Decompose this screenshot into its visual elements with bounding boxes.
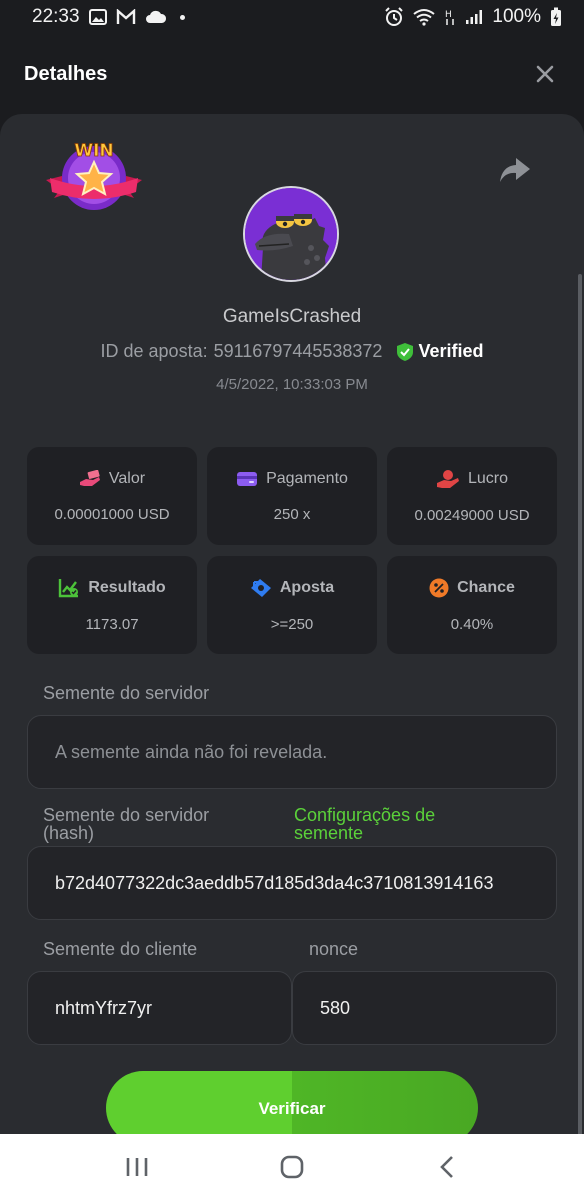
client-seed-value: nhtmYfrz7yr (55, 997, 153, 1018)
battery-charging-icon (550, 7, 562, 27)
gallery-icon (88, 9, 107, 25)
bet-id-label: ID de aposta: (100, 341, 208, 361)
stat-card-chance: Chance 0.40% (387, 556, 557, 654)
notification-dot-icon (179, 14, 185, 20)
gmail-icon (116, 9, 136, 25)
server-seed-field[interactable]: A semente ainda não foi revelada. (27, 715, 557, 789)
seed-settings-link[interactable]: Configurações de semente (294, 806, 435, 842)
nonce-field[interactable]: 580 (292, 971, 557, 1045)
stat-label: Valor (108, 469, 146, 487)
chart-check-icon (59, 578, 79, 597)
win-badge-icon: WIN (46, 141, 142, 210)
verified-badge: Verified (396, 341, 483, 362)
back-icon (439, 1156, 453, 1178)
stat-label: Chance (457, 578, 515, 596)
dialog-header: Detalhes (0, 34, 584, 114)
nonce-value: 580 (320, 997, 351, 1018)
stat-value: >=250 (270, 615, 314, 633)
stat-card-resultado: Resultado 1173.07 (27, 556, 197, 654)
stat-label: Lucro (467, 469, 509, 487)
battery-percentage: 100% (492, 6, 541, 27)
server-seed-value: A semente ainda não foi revelada. (55, 741, 328, 762)
alarm-icon (384, 7, 404, 27)
server-seed-hash-field[interactable]: b72d4077322dc3aeddb57d185d3da4c371081391… (27, 846, 557, 920)
stat-value: 1173.07 (85, 615, 139, 633)
back-button[interactable] (422, 1147, 472, 1187)
home-button[interactable] (267, 1147, 317, 1187)
ticket-icon (250, 578, 271, 597)
server-seed-hash-value: b72d4077322dc3aeddb57d185d3da4c371081391… (55, 872, 494, 893)
status-time: 22:33 (32, 6, 80, 27)
recent-apps-icon (127, 1158, 148, 1176)
server-seed-hash-label: Semente do servidor (hash) (43, 805, 210, 843)
stat-value: 0.00001000 USD (54, 505, 170, 523)
share-arrow-icon (500, 158, 530, 182)
close-icon (536, 65, 554, 83)
nonce-label: nonce (309, 939, 359, 959)
svg-text:WIN: WIN (74, 141, 113, 161)
scrollbar[interactable] (578, 274, 582, 1169)
win-badge: WIN (44, 134, 144, 214)
stat-label: Resultado (88, 578, 166, 596)
bet-datetime: 4/5/2022, 10:33:03 PM (216, 376, 368, 393)
avatar (243, 186, 339, 282)
stat-value: 0.00249000 USD (414, 506, 530, 524)
status-bar: 22:33 H 100% (0, 0, 584, 34)
verify-button-label: Verificar (258, 1099, 326, 1118)
money-hand-icon (79, 469, 100, 486)
stat-card-lucro: Lucro 0.00249000 USD (387, 447, 557, 545)
profit-hand-icon (436, 469, 459, 488)
bet-id-value: 59116797445538372 (213, 341, 383, 361)
close-button[interactable] (530, 59, 560, 89)
stat-label: Pagamento (266, 469, 348, 487)
stat-value: 250 x (273, 505, 311, 523)
details-panel: WIN GameIsCrashed ID de aposta: 59116797… (0, 114, 584, 1169)
shield-check-icon (397, 342, 414, 361)
signal-icon (465, 9, 483, 25)
cloud-icon (145, 10, 167, 24)
client-seed-field[interactable]: nhtmYfrz7yr (27, 971, 292, 1045)
system-nav-bar (0, 1134, 584, 1200)
stat-card-valor: Valor 0.00001000 USD (27, 447, 197, 545)
wallet-card-icon (237, 471, 258, 486)
bet-id-row: ID de aposta: 59116797445538372 Verified (0, 341, 584, 362)
client-seed-label: Semente do cliente (43, 939, 198, 959)
recent-apps-button[interactable] (112, 1147, 162, 1187)
page-title: Detalhes (24, 62, 108, 85)
share-button[interactable] (498, 156, 534, 186)
stat-card-pagamento: Pagamento 250 x (207, 447, 377, 545)
svg-text:H: H (445, 10, 452, 20)
status-right: H 100% (384, 6, 562, 28)
network-h-icon: H (444, 8, 456, 26)
verified-label: Verified (418, 341, 484, 361)
username: GameIsCrashed (222, 306, 362, 327)
status-left: 22:33 (32, 6, 185, 28)
percent-icon (429, 578, 449, 597)
stat-label: Aposta (279, 578, 335, 596)
wifi-icon (413, 8, 436, 26)
stat-value: 0.40% (450, 615, 494, 633)
stat-card-aposta: Aposta >=250 (207, 556, 377, 654)
crocodile-avatar-icon (245, 188, 337, 280)
home-icon (280, 1155, 304, 1179)
server-seed-label: Semente do servidor (43, 683, 210, 703)
